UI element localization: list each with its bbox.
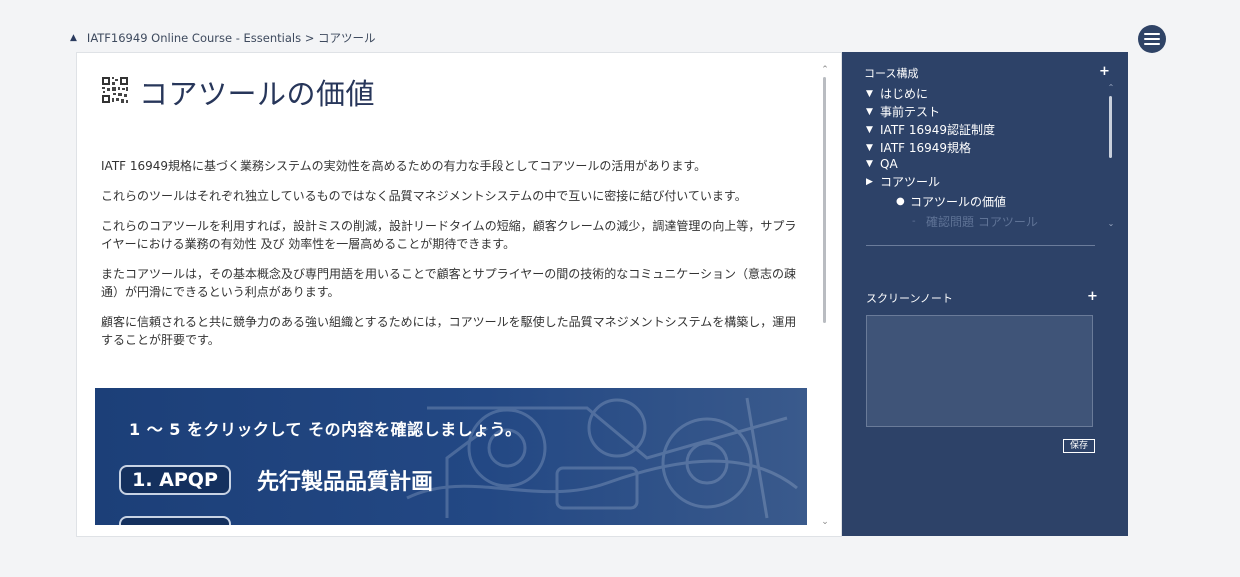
body-text: IATF 16949規格に基づく業務システムの実効性を高めるための有力な手段とし… — [101, 157, 801, 361]
toc-label: QA — [880, 157, 898, 171]
scroll-down-icon[interactable]: ⌄ — [1106, 220, 1116, 228]
toc-item-core-tools-value[interactable]: ● コアツールの価値 — [896, 193, 1006, 210]
toc-label: IATF 16949認証制度 — [880, 123, 996, 137]
collapse-triangle-icon: ▼ — [866, 124, 873, 135]
paragraph: これらのツールはそれぞれ独立しているものではなく品質マネジメントシステムの中で互… — [101, 189, 747, 203]
collapse-triangle-icon: ▼ — [866, 106, 873, 117]
paragraph: IATF 16949規格に基づく業務システムの実効性を高めるための有力な手段とし… — [101, 159, 707, 173]
dash-icon: - — [912, 216, 916, 227]
toc-item-qa[interactable]: ▼ QA — [866, 157, 898, 171]
breadcrumb: ▲ IATF16949 Online Course - Essentials >… — [70, 29, 376, 47]
content-scrollbar[interactable]: ⌃ ⌄ — [819, 65, 831, 527]
toc-item-certification[interactable]: ▼ IATF 16949認証制度 — [866, 121, 995, 138]
apqp-label: 先行製品品質計画 — [257, 470, 434, 495]
sidebar: コース構成 + ▼ はじめに ▼ 事前テスト ▼ IATF 16949認証制度 … — [842, 52, 1128, 536]
collapse-triangle-icon: ▼ — [866, 159, 873, 169]
scroll-thumb[interactable] — [823, 77, 826, 323]
toc-item-core-tools[interactable]: ▶ コアツール — [866, 173, 940, 190]
toc-label: 事前テスト — [880, 105, 941, 119]
toc-label: IATF 16949規格 — [880, 141, 972, 155]
page-title: コアツールの価値 — [139, 77, 376, 111]
bullet-icon: ● — [896, 196, 905, 207]
screen-note-input[interactable] — [866, 315, 1093, 427]
toc-label: 確認問題 コアツール — [926, 215, 1038, 227]
paragraph: またコアツールは，その基本概念及び専門用語を用いることで顧客とサプライヤーの間の… — [101, 267, 797, 299]
collapse-triangle-icon: ▼ — [866, 142, 873, 153]
menu-button[interactable] — [1138, 25, 1166, 53]
paragraph: 顧客に信頼されると共に競争力のある強い組織とするためには，コアツールを駆使した品… — [101, 315, 797, 347]
toc-label: コアツール — [880, 175, 941, 189]
scroll-up-icon[interactable]: ⌃ — [1106, 84, 1116, 92]
hamburger-menu-icon — [1144, 33, 1160, 45]
course-structure-heading: コース構成 — [864, 67, 919, 80]
breadcrumb-text[interactable]: IATF16949 Online Course - Essentials > コ… — [87, 30, 376, 46]
save-button[interactable]: 保存 — [1063, 439, 1095, 453]
toc-item-pretest[interactable]: ▼ 事前テスト — [866, 103, 940, 120]
collapse-triangle-icon: ▼ — [866, 88, 873, 99]
scroll-thumb[interactable] — [1109, 96, 1112, 158]
toc-item-core-tools-quiz[interactable]: - 確認問題 コアツール — [912, 213, 1038, 227]
core-tools-banner: 1 ～ 5 をクリックして その内容を確認しましょう。 1. APQP 先行製品… — [95, 388, 807, 525]
banner-item-next — [119, 516, 231, 525]
banner-instruction: 1 ～ 5 をクリックして その内容を確認しましょう。 — [129, 420, 522, 439]
title-row: コアツールの価値 — [101, 71, 375, 113]
scroll-up-icon[interactable]: ⌃ — [819, 65, 831, 75]
toc-item-intro[interactable]: ▼ はじめに — [866, 85, 928, 102]
banner-item-apqp: 1. APQP 先行製品品質計画 — [119, 464, 433, 496]
engine-background-image — [406, 397, 798, 519]
scroll-down-icon[interactable]: ⌄ — [819, 517, 831, 527]
paragraph: これらのコアツールを利用すれば，設計ミスの削減，設計リードタイムの短縮，顧客クレ… — [101, 219, 797, 251]
content-panel: コアツールの価値 IATF 16949規格に基づく業務システムの実効性を高めるた… — [76, 52, 842, 537]
qr-code-icon — [101, 76, 129, 104]
sidebar-divider — [866, 245, 1095, 246]
apqp-button[interactable]: 1. APQP — [119, 465, 231, 495]
toc-item-standard[interactable]: ▼ IATF 16949規格 — [866, 139, 971, 156]
next-item-button[interactable] — [119, 516, 231, 525]
course-toc: ▼ はじめに ▼ 事前テスト ▼ IATF 16949認証制度 ▼ IATF 1… — [866, 85, 1106, 227]
expand-course-plus-icon[interactable]: + — [1099, 65, 1110, 78]
triangle-up-icon[interactable]: ▲ — [70, 33, 77, 43]
toc-scrollbar[interactable]: ⌃ ⌄ — [1106, 84, 1116, 230]
expand-notes-plus-icon[interactable]: + — [1087, 290, 1098, 303]
toc-label: コアツールの価値 — [910, 195, 1007, 209]
screen-note-heading: スクリーンノート — [866, 292, 953, 305]
toc-label: はじめに — [880, 87, 929, 101]
expand-triangle-icon: ▶ — [866, 176, 873, 187]
